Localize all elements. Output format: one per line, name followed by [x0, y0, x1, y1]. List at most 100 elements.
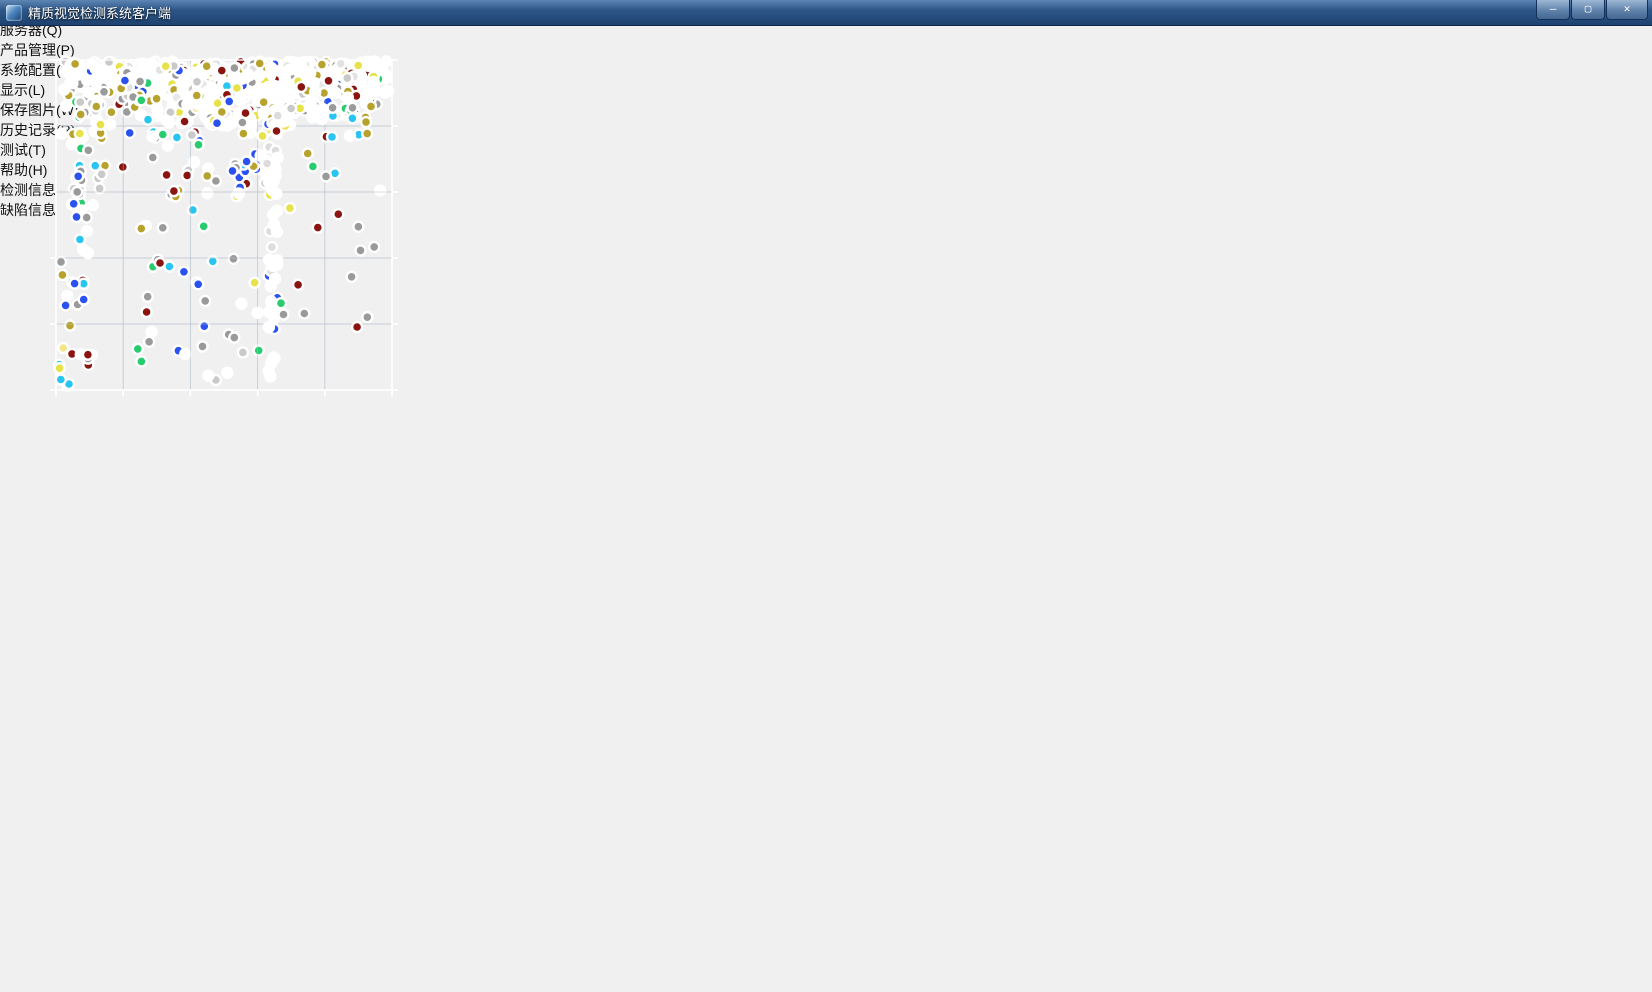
defect-point	[82, 213, 92, 223]
defect-point	[376, 64, 386, 74]
defect-point	[321, 171, 331, 181]
defect-point	[362, 312, 372, 322]
defect-point	[152, 94, 162, 104]
defect-point	[238, 129, 248, 139]
defect-point	[82, 75, 92, 85]
defect-point	[305, 68, 315, 78]
defect-point	[142, 307, 152, 317]
defect-point	[158, 83, 168, 93]
window-title: 精质视觉检测系统客户端	[28, 3, 171, 22]
defect-point	[61, 67, 71, 77]
defect-point	[161, 61, 171, 71]
defect-point	[331, 88, 341, 98]
defect-point	[303, 149, 313, 159]
defect-point	[96, 120, 106, 130]
defect-point	[105, 119, 115, 129]
defect-point	[79, 295, 89, 305]
defect-point	[345, 131, 355, 141]
defect-point	[72, 187, 82, 197]
defect-point	[362, 129, 372, 139]
defect-point	[169, 186, 179, 196]
defect-point	[269, 220, 279, 230]
defect-point	[242, 157, 252, 167]
defect-point	[343, 92, 353, 102]
defect-point	[83, 248, 93, 258]
defect-point	[84, 87, 94, 97]
defect-point	[199, 221, 209, 231]
defect-point	[268, 186, 278, 196]
defect-point	[88, 200, 98, 210]
defect-point	[70, 59, 80, 69]
minimize-button[interactable]: —	[1536, 0, 1570, 20]
defect-point	[276, 298, 286, 308]
defect-point	[192, 91, 202, 101]
defect-point	[217, 107, 227, 117]
defect-point	[179, 267, 189, 277]
app-window: 精质视觉检测系统客户端 — ▢ ✕ 检测(I)服务器(Q)产品管理(P)系统配置…	[0, 0, 1652, 992]
defect-point	[135, 77, 145, 87]
defect-point	[180, 117, 190, 127]
defect-point	[324, 76, 334, 86]
defect-point	[193, 279, 203, 289]
defect-point	[56, 375, 66, 385]
defect-point	[158, 223, 168, 233]
defect-point	[91, 64, 101, 74]
defect-point	[145, 66, 155, 76]
defect-point	[192, 77, 202, 87]
defect-point	[259, 97, 269, 107]
defect-point	[232, 83, 242, 93]
defect-point	[342, 73, 352, 83]
title-bar: 精质视觉检测系统客户端 — ▢ ✕	[0, 0, 1652, 26]
defect-point	[327, 132, 337, 142]
defect-point	[250, 278, 260, 288]
defect-point	[296, 82, 306, 92]
defect-point	[83, 350, 93, 360]
defect-point	[99, 87, 109, 97]
defect-point	[262, 159, 272, 169]
defect-point	[286, 104, 296, 114]
defect-point	[352, 322, 362, 332]
defect-point	[336, 59, 346, 69]
defect-point	[144, 337, 154, 347]
defect-point	[255, 58, 265, 68]
defect-point	[266, 297, 276, 307]
defect-point	[56, 129, 66, 139]
defect-point	[125, 128, 135, 138]
defect-point	[264, 366, 274, 376]
close-button[interactable]: ✕	[1606, 0, 1648, 20]
defect-point	[269, 353, 279, 363]
defect-point	[69, 199, 79, 209]
defect-point	[371, 86, 381, 96]
defect-point	[83, 145, 93, 155]
defect-point	[237, 118, 247, 128]
defect-point	[136, 95, 146, 105]
defect-point	[267, 242, 277, 252]
defect-point	[82, 226, 92, 236]
defect-point	[272, 126, 282, 136]
defect-point	[328, 103, 338, 113]
defect-point	[279, 92, 289, 102]
defect-point	[61, 101, 71, 111]
defect-point	[317, 60, 327, 70]
defect-point	[202, 61, 212, 71]
defect-point	[279, 310, 289, 320]
defect-point	[217, 66, 227, 76]
defect-point	[353, 61, 363, 71]
menu-item-3[interactable]: 产品管理(P)	[0, 40, 1652, 60]
defect-point	[155, 258, 165, 268]
defect-point	[258, 131, 268, 141]
defect-point	[162, 116, 172, 126]
defect-point	[228, 166, 238, 176]
defect-point	[361, 117, 371, 127]
defect-point	[266, 281, 276, 291]
defect-point	[264, 322, 274, 332]
app-icon	[6, 5, 22, 21]
defect-point	[333, 209, 343, 219]
defect-point	[243, 69, 253, 79]
defect-point	[347, 272, 357, 282]
defect-point	[148, 132, 158, 142]
defect-point	[73, 171, 83, 181]
restore-button[interactable]: ▢	[1571, 0, 1605, 20]
defect-point	[272, 255, 282, 265]
defect-point	[120, 76, 130, 86]
